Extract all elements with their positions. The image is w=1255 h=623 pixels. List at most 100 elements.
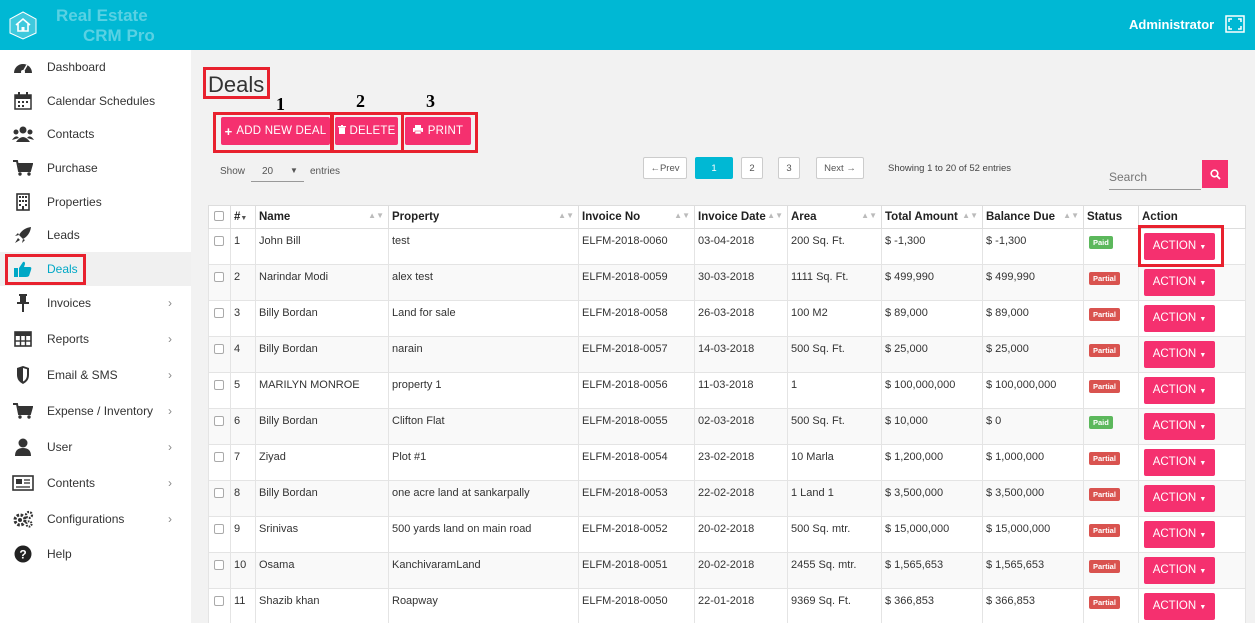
row-checkbox-cell[interactable] — [208, 516, 231, 553]
sidebar-item-expense-inventory[interactable]: Expense / Inventory › — [0, 394, 191, 428]
annotation-box-title — [203, 67, 270, 99]
row-checkbox[interactable] — [214, 308, 224, 318]
column-header-name[interactable]: Name ▲▼ — [255, 205, 389, 229]
caret-down-icon: ▼ — [1199, 316, 1207, 323]
action-dropdown-button[interactable]: ACTION ▼ — [1144, 413, 1215, 440]
row-checkbox[interactable] — [214, 524, 224, 534]
column-header-total-amount[interactable]: Total Amount ▲▼ — [881, 205, 983, 229]
table-row[interactable]: 3 Billy Bordan Land for sale ELFM-2018-0058… — [208, 300, 1246, 337]
cell-action: ACTION ▼ — [1138, 444, 1246, 481]
row-checkbox-cell[interactable] — [208, 264, 231, 301]
row-checkbox[interactable] — [214, 272, 224, 282]
row-checkbox-cell[interactable] — [208, 372, 231, 409]
sidebar-item-contents[interactable]: Contents › — [0, 466, 191, 500]
sidebar-item-help[interactable]: ? Help — [0, 537, 191, 571]
table-row[interactable]: 5 MARILYN MONROE property 1 ELFM-2018-0056 1… — [208, 372, 1246, 409]
user-menu[interactable]: Administrator — [1129, 17, 1214, 32]
action-dropdown-button[interactable]: ACTION ▼ — [1144, 557, 1215, 584]
cell-status: Paid — [1083, 228, 1139, 265]
cell-balance: $ -1,300 — [982, 228, 1084, 265]
home-logo-icon[interactable] — [0, 0, 46, 50]
fullscreen-icon[interactable] — [1225, 15, 1245, 33]
action-dropdown-button[interactable]: ACTION ▼ — [1144, 593, 1215, 620]
page-button-2[interactable]: 2 — [741, 157, 763, 179]
row-checkbox[interactable] — [214, 344, 224, 354]
table-row[interactable]: 10 Osama KanchivaramLand ELFM-2018-0051 20-0… — [208, 552, 1246, 589]
row-checkbox[interactable] — [214, 596, 224, 606]
action-dropdown-button[interactable]: ACTION ▼ — [1144, 305, 1215, 332]
sidebar-item-email-sms[interactable]: Email & SMS › — [0, 358, 191, 392]
action-dropdown-button[interactable]: ACTION ▼ — [1144, 485, 1215, 512]
row-checkbox-cell[interactable] — [208, 228, 231, 265]
sidebar-item-configurations[interactable]: Configurations › — [0, 502, 191, 536]
select-all-checkbox-cell[interactable] — [208, 205, 231, 229]
row-checkbox[interactable] — [214, 416, 224, 426]
column-header-num[interactable]: #▼ — [230, 205, 256, 229]
sidebar-item-user[interactable]: User › — [0, 430, 191, 464]
prev-page-button[interactable]: ←Prev — [643, 157, 687, 179]
row-checkbox[interactable] — [214, 236, 224, 246]
sidebar-item-invoices[interactable]: Invoices › — [0, 286, 191, 320]
search-button[interactable] — [1202, 160, 1228, 188]
cell-name: Ziyad — [255, 444, 389, 481]
column-header-property[interactable]: Property ▲▼ — [388, 205, 579, 229]
table-row[interactable]: 6 Billy Bordan Clifton Flat ELFM-2018-0055 0… — [208, 408, 1246, 445]
page-size-select[interactable]: 20 ▼ — [251, 162, 304, 182]
table-row[interactable]: 9 Srinivas 500 yards land on main road ELFM… — [208, 516, 1246, 553]
cell-date: 02-03-2018 — [694, 408, 788, 445]
user-icon — [12, 437, 34, 457]
row-checkbox[interactable] — [214, 560, 224, 570]
show-label: Show — [220, 166, 246, 177]
sidebar-item-contacts[interactable]: Contacts — [0, 117, 191, 151]
column-header-balance-due[interactable]: Balance Due ▲▼ — [982, 205, 1084, 229]
sidebar-item-properties[interactable]: Properties — [0, 185, 191, 219]
sidebar-item-dashboard[interactable]: Dashboard — [0, 50, 191, 84]
row-checkbox[interactable] — [214, 380, 224, 390]
action-dropdown-button[interactable]: ACTION ▼ — [1144, 449, 1215, 476]
cell-invoice: ELFM-2018-0056 — [578, 372, 695, 409]
action-dropdown-button[interactable]: ACTION ▼ — [1144, 521, 1215, 548]
row-checkbox-cell[interactable] — [208, 444, 231, 481]
sort-icon: ▲▼ — [962, 211, 978, 220]
table-row[interactable]: 11 Shazib khan Roapway ELFM-2018-0050 22-01-… — [208, 588, 1246, 623]
page-button-1[interactable]: 1 — [695, 157, 733, 179]
row-checkbox-cell[interactable] — [208, 588, 231, 623]
sidebar-item-calendar-schedules[interactable]: Calendar Schedules — [0, 84, 191, 118]
column-header-invoice-no[interactable]: Invoice No ▲▼ — [578, 205, 695, 229]
table-row[interactable]: 2 Narindar Modi alex test ELFM-2018-0059 30-… — [208, 264, 1246, 301]
action-dropdown-button[interactable]: ACTION ▼ — [1144, 377, 1215, 404]
sidebar-item-label: Contents — [47, 476, 96, 490]
sidebar-item-leads[interactable]: Leads — [0, 218, 191, 252]
select-all-checkbox[interactable] — [214, 211, 224, 221]
table-row[interactable]: 7 Ziyad Plot #1 ELFM-2018-0054 23-02-2018 10 … — [208, 444, 1246, 481]
cell-invoice: ELFM-2018-0051 — [578, 552, 695, 589]
row-checkbox-cell[interactable] — [208, 336, 231, 373]
table-row[interactable]: 4 Billy Bordan narain ELFM-2018-0057 14-03-2… — [208, 336, 1246, 373]
row-checkbox-cell[interactable] — [208, 552, 231, 589]
sidebar-item-reports[interactable]: Reports › — [0, 322, 191, 356]
cell-num: 2 — [230, 264, 256, 301]
table-row[interactable]: 1 John Bill test ELFM-2018-0060 03-04-2018 20… — [208, 228, 1246, 265]
column-header-invoice-date[interactable]: Invoice Date ▲▼ — [694, 205, 788, 229]
cell-total: $ 1,565,653 — [881, 552, 983, 589]
cell-balance: $ 366,853 — [982, 588, 1084, 623]
cell-property: narain — [388, 336, 579, 373]
row-checkbox[interactable] — [214, 488, 224, 498]
page-button-3[interactable]: 3 — [778, 157, 800, 179]
cell-total: $ 10,000 — [881, 408, 983, 445]
action-dropdown-button[interactable]: ACTION ▼ — [1144, 341, 1215, 368]
search-input[interactable] — [1109, 164, 1201, 190]
row-checkbox-cell[interactable] — [208, 300, 231, 337]
chevron-right-icon: › — [168, 476, 172, 490]
row-checkbox-cell[interactable] — [208, 408, 231, 445]
sidebar-item-purchase[interactable]: Purchase — [0, 151, 191, 185]
row-checkbox[interactable] — [214, 452, 224, 462]
cell-action: ACTION ▼ — [1138, 516, 1246, 553]
column-header-area[interactable]: Area ▲▼ — [787, 205, 882, 229]
next-page-button[interactable]: Next → — [816, 157, 864, 179]
action-dropdown-button[interactable]: ACTION ▼ — [1144, 269, 1215, 296]
cell-invoice: ELFM-2018-0055 — [578, 408, 695, 445]
row-checkbox-cell[interactable] — [208, 480, 231, 517]
cell-area: 1 — [787, 372, 882, 409]
table-row[interactable]: 8 Billy Bordan one acre land at sankarpall… — [208, 480, 1246, 517]
